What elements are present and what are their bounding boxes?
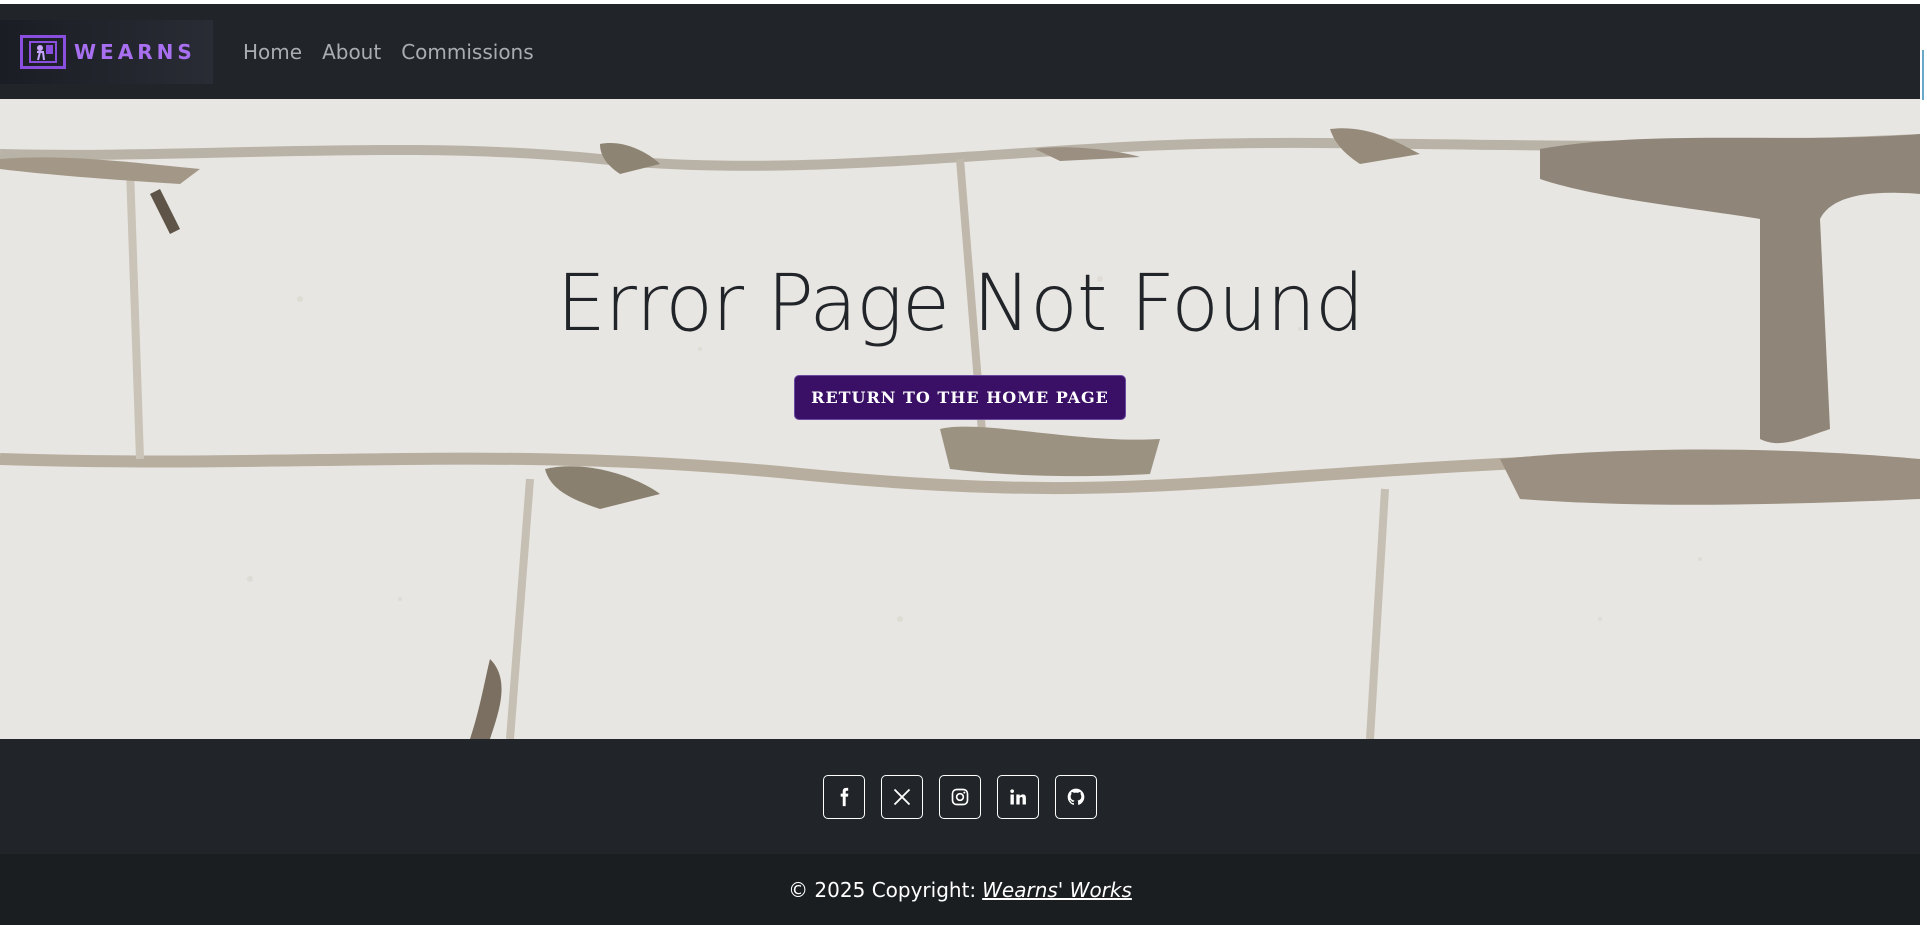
logo-icon: [20, 34, 66, 69]
linkedin-icon: [1010, 788, 1026, 804]
nav-link-commissions[interactable]: Commissions: [401, 40, 533, 64]
x-button[interactable]: [881, 774, 923, 819]
hero-section: Error Page Not Found Return to the home …: [0, 99, 1920, 739]
brand-name: WEARNS: [74, 39, 196, 64]
facebook-button[interactable]: [823, 774, 865, 819]
copyright-link[interactable]: Wearns' Works: [982, 878, 1132, 902]
copyright-bar: © 2025 Copyright: Wearns' Works: [0, 854, 1920, 925]
instagram-icon: [951, 788, 969, 805]
copyright-text: © 2025 Copyright:: [788, 877, 977, 902]
facebook-icon: [840, 787, 849, 806]
page-title: Error Page Not Found: [556, 259, 1365, 349]
nav-links: Home About Commissions: [243, 40, 554, 64]
hero-content: Error Page Not Found Return to the home …: [0, 259, 1920, 420]
scroll-indicator: [1922, 50, 1924, 100]
nav-link-about[interactable]: About: [322, 40, 381, 64]
brand-logo[interactable]: WEARNS: [0, 19, 213, 84]
navbar: WEARNS Home About Commissions: [0, 4, 1920, 99]
x-icon: [893, 788, 911, 805]
github-icon: [1067, 788, 1085, 805]
footer-social: [0, 739, 1920, 854]
window-edge: [1920, 0, 1927, 925]
nav-link-home[interactable]: Home: [243, 40, 302, 64]
github-button[interactable]: [1055, 774, 1097, 819]
instagram-button[interactable]: [939, 774, 981, 819]
linkedin-button[interactable]: [997, 774, 1039, 819]
return-home-button[interactable]: Return to the home page: [794, 375, 1126, 420]
